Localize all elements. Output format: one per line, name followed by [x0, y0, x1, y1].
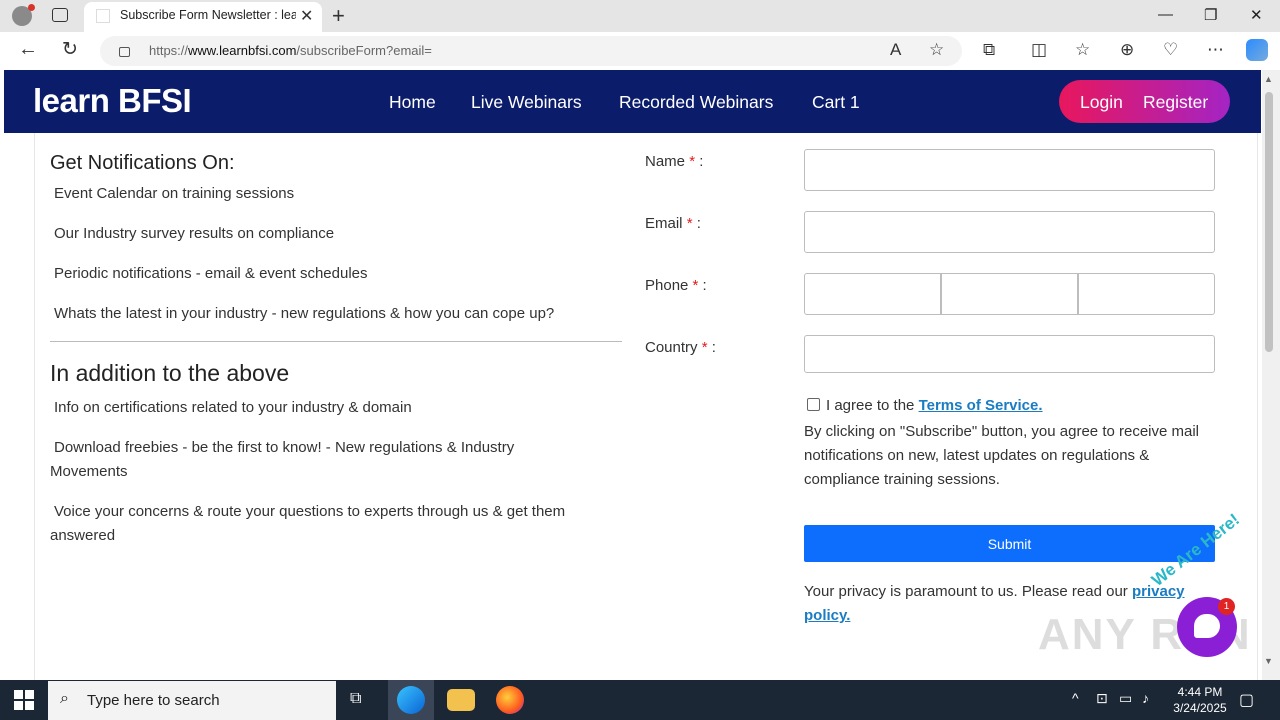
taskbar-clock[interactable]: 4:44 PM 3/24/2025 [1165, 684, 1235, 716]
list-item: Info on certifications related to your i… [54, 399, 412, 416]
task-view-icon[interactable]: ⧉ [350, 690, 361, 708]
search-icon: ⌕ [60, 690, 69, 707]
nav-recorded-webinars[interactable]: Recorded Webinars [619, 92, 773, 113]
country-label-text: Country [645, 339, 698, 356]
lock-icon[interactable] [119, 47, 130, 57]
url-domain: www.learnbfsi.com [188, 43, 297, 58]
label-colon: : [698, 277, 707, 294]
favorite-star-icon[interactable]: ☆ [929, 40, 944, 60]
list-item: Event Calendar on training sessions [54, 185, 295, 202]
extensions-icon[interactable]: ⧉ [983, 40, 995, 60]
nav-home[interactable]: Home [389, 92, 436, 113]
name-field[interactable] [804, 149, 1215, 191]
nav-live-webinars[interactable]: Live Webinars [471, 92, 582, 113]
windows-start-icon[interactable] [14, 690, 34, 710]
close-window-icon[interactable]: ✕ [1250, 6, 1263, 24]
chat-badge: 1 [1218, 598, 1235, 615]
phone-code-field[interactable] [804, 273, 941, 315]
restore-icon[interactable]: ❐ [1204, 6, 1217, 24]
email-label-text: Email [645, 215, 683, 232]
minimize-icon[interactable]: — [1158, 6, 1173, 23]
scroll-down-icon[interactable]: ▼ [1264, 656, 1273, 666]
more-menu-icon[interactable]: ⋯ [1207, 40, 1224, 60]
tab-title: Subscribe Form Newsletter : learnbfsi [120, 8, 296, 22]
addition-heading: In addition to the above [50, 360, 290, 386]
terms-agreement: I agree to the Terms of Service. [826, 397, 1043, 414]
tab-close-icon[interactable]: ✕ [300, 6, 313, 26]
notifications-icon[interactable]: ▢ [1239, 690, 1254, 710]
meet-now-icon[interactable]: ⊡ [1096, 690, 1108, 707]
phone-area-field[interactable] [941, 273, 1078, 315]
file-explorer-icon[interactable] [447, 689, 475, 711]
section-divider [50, 341, 622, 342]
url-text[interactable]: https://www.learnbfsi.com/subscribeForm?… [149, 43, 432, 58]
edge-icon[interactable] [397, 686, 425, 714]
reload-icon[interactable]: ↻ [62, 38, 78, 61]
tab-favicon-icon [96, 9, 110, 23]
terms-link[interactable]: Terms of Service. [919, 397, 1043, 414]
site-logo[interactable]: learn BFSI [33, 82, 192, 120]
tray-chevron-icon[interactable]: ^ [1072, 690, 1079, 706]
label-colon: : [692, 215, 701, 232]
submit-button[interactable]: Submit [804, 525, 1215, 562]
url-path: /subscribeForm?email= [296, 43, 432, 58]
scrollbar-thumb[interactable] [1265, 92, 1273, 352]
firefox-icon[interactable] [496, 686, 524, 714]
new-tab-icon[interactable]: + [332, 3, 345, 29]
list-item: Download freebies - be the first to know… [50, 439, 515, 480]
email-field[interactable] [804, 211, 1215, 253]
list-item: Voice your concerns & route your questio… [50, 503, 566, 544]
scroll-up-icon[interactable]: ▲ [1264, 74, 1273, 84]
country-label: Country * : [645, 339, 716, 356]
taskbar-search-placeholder: Type here to search [87, 692, 220, 709]
network-icon[interactable]: ▭ [1119, 690, 1132, 707]
url-prefix: https:// [149, 43, 189, 58]
subscribe-note: By clicking on "Subscribe" button, you a… [804, 423, 1200, 488]
privacy-text: Your privacy is paramount to us. Please … [804, 583, 1128, 600]
list-item: Our Industry survey results on complianc… [54, 225, 335, 242]
list-item: Whats the latest in your industry - new … [54, 305, 555, 322]
phone-label: Phone * : [645, 277, 707, 294]
terms-text: I agree to the [826, 397, 915, 414]
email-label: Email * : [645, 215, 701, 232]
label-colon: : [707, 339, 716, 356]
terms-checkbox[interactable] [807, 398, 820, 411]
profile-icon[interactable] [12, 4, 35, 26]
clock-time: 4:44 PM [1177, 685, 1223, 699]
label-colon: : [695, 153, 704, 170]
copilot-icon[interactable] [1246, 39, 1268, 61]
name-label-text: Name [645, 153, 686, 170]
volume-icon[interactable]: ♪ [1142, 690, 1149, 706]
split-screen-icon[interactable]: ◫ [1031, 40, 1047, 60]
list-item: Periodic notifications - email & event s… [54, 265, 368, 282]
register-link[interactable]: Register [1143, 92, 1208, 113]
browser-essentials-icon[interactable]: ♡ [1163, 40, 1178, 60]
read-aloud-icon[interactable]: A [890, 40, 901, 60]
notifications-heading: Get Notifications On: [50, 152, 235, 174]
phone-label-text: Phone [645, 277, 689, 294]
clock-date: 3/24/2025 [1173, 701, 1227, 715]
login-link[interactable]: Login [1080, 92, 1123, 113]
tab-actions-icon[interactable] [52, 8, 68, 22]
nav-cart[interactable]: Cart 1 [812, 92, 860, 113]
collections-icon[interactable]: ⊕ [1120, 40, 1134, 60]
favorites-icon[interactable]: ☆ [1075, 40, 1090, 60]
name-label: Name * : [645, 153, 703, 170]
country-select[interactable] [804, 335, 1215, 373]
phone-number-field[interactable] [1078, 273, 1215, 315]
back-icon[interactable]: ← [18, 38, 38, 61]
